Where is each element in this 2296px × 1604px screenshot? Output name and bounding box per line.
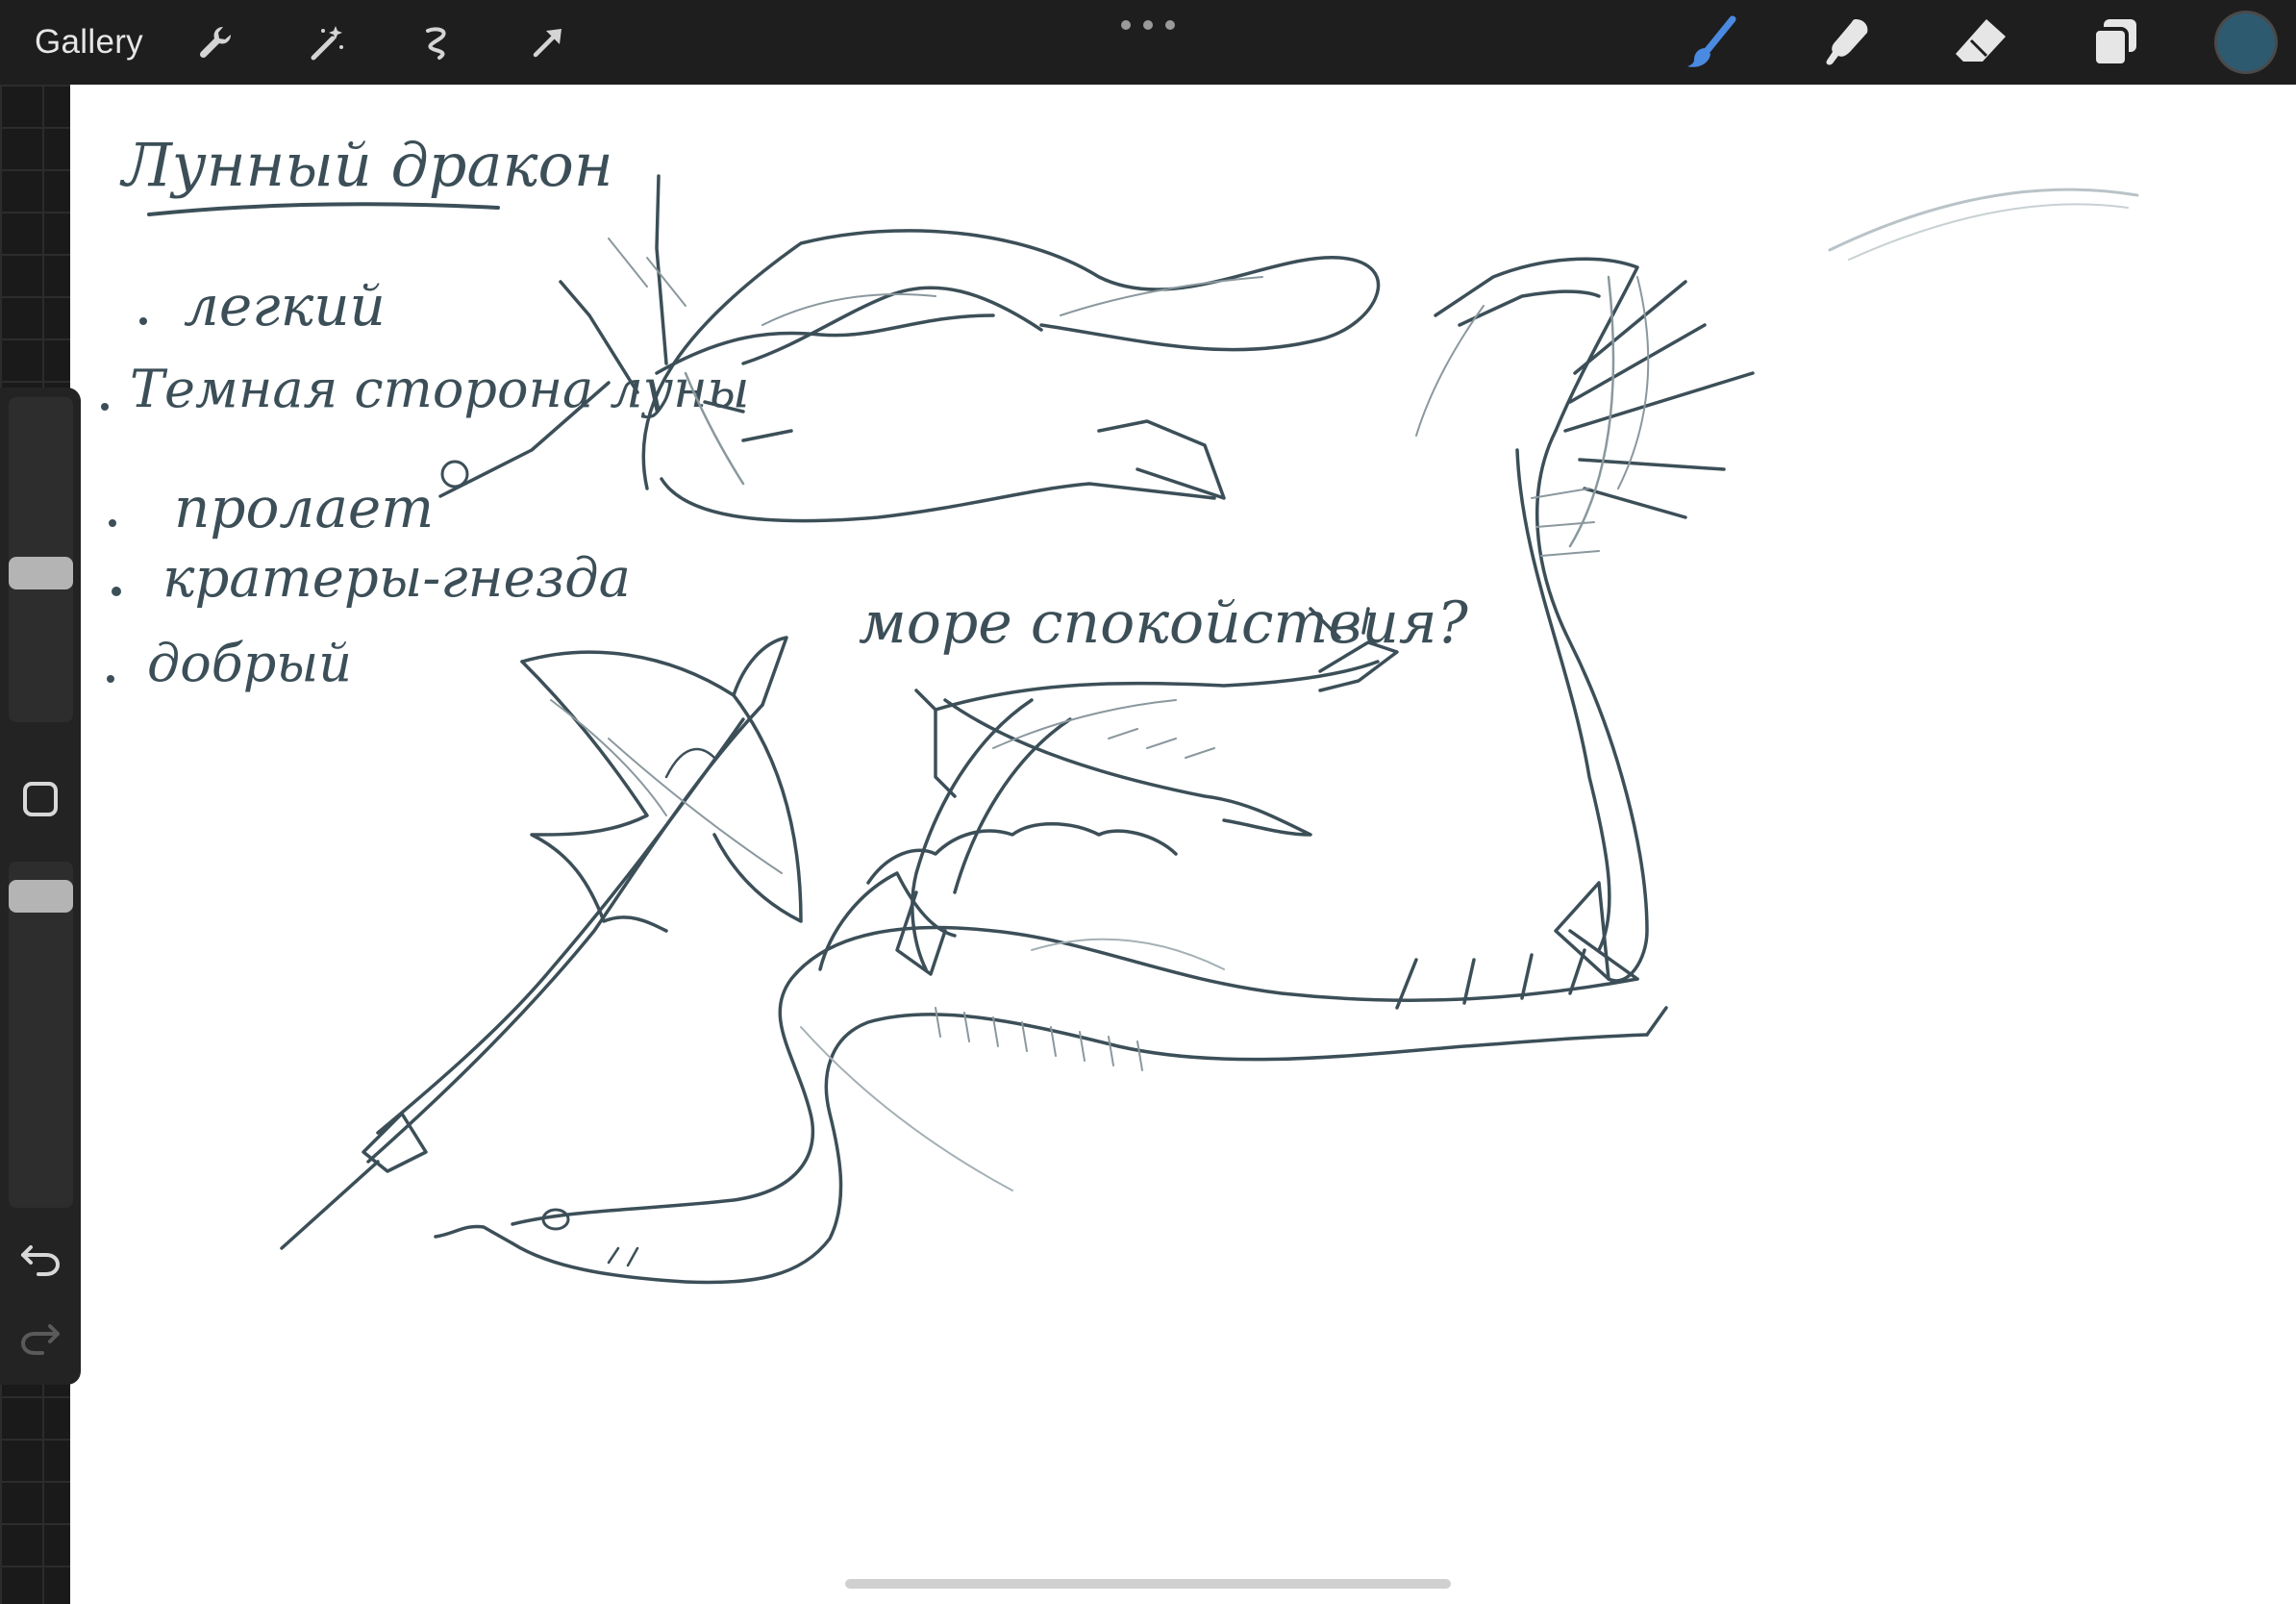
- layers-icon: [2092, 19, 2136, 67]
- note-item-dark-side: Темная сторона луны: [130, 359, 750, 419]
- dragon-sketch-flying: [280, 636, 803, 1250]
- gallery-button[interactable]: Gallery: [35, 17, 143, 67]
- selection-button[interactable]: [409, 13, 466, 71]
- dragon-sketch-swimming: [895, 607, 1399, 976]
- more-options-dots[interactable]: [1121, 17, 1175, 33]
- faint-guide-stroke: [1828, 188, 2139, 252]
- drawing-canvas[interactable]: Лунный дракон легкий Темная сторона луны…: [70, 85, 2296, 1604]
- eraser-icon: [1956, 19, 2006, 62]
- sketch-layer: Лунный дракон легкий Темная сторона луны…: [101, 130, 2139, 1285]
- brush-size-slider-thumb[interactable]: [9, 557, 73, 589]
- home-indicator[interactable]: [845, 1579, 1451, 1589]
- erase-button[interactable]: [1952, 13, 2009, 71]
- actions-button[interactable]: [187, 13, 244, 71]
- selection-icon: [426, 27, 446, 60]
- redo-icon[interactable]: [17, 1313, 63, 1359]
- wrench-icon: [199, 26, 232, 59]
- brush-icon: [1687, 15, 1736, 67]
- paint-button[interactable]: [1683, 13, 1740, 71]
- dot: [1121, 20, 1131, 30]
- dot: [1143, 20, 1153, 30]
- note-item-light: легкий: [184, 273, 386, 338]
- smudge-button[interactable]: [1817, 13, 1875, 71]
- note-item-glows: пролает: [174, 475, 434, 540]
- color-picker-button[interactable]: [2217, 13, 2275, 71]
- smudge-icon: [1826, 19, 1868, 65]
- left-sidebar: [0, 388, 81, 1385]
- top-toolbar: Gallery: [0, 0, 2296, 85]
- transform-arrow-icon: [533, 29, 562, 58]
- note-item-crater-nests: кратеры-гнезда: [162, 547, 631, 610]
- modify-button[interactable]: [23, 782, 58, 816]
- dragon-sketch-curled: [438, 174, 1381, 523]
- procreate-app: Gallery Лунный дракон легкий Темная стор…: [0, 0, 2296, 1604]
- note-title: Лунный дракон: [119, 130, 613, 200]
- undo-icon[interactable]: [17, 1234, 63, 1280]
- opacity-slider[interactable]: [9, 862, 73, 1208]
- note-item-kind: добрый: [147, 633, 352, 693]
- dot: [1165, 20, 1175, 30]
- layers-button[interactable]: [2086, 13, 2144, 71]
- magic-wand-icon: [311, 26, 343, 61]
- transform-button[interactable]: [519, 13, 577, 71]
- adjustments-button[interactable]: [298, 13, 356, 71]
- opacity-slider-thumb[interactable]: [9, 880, 73, 913]
